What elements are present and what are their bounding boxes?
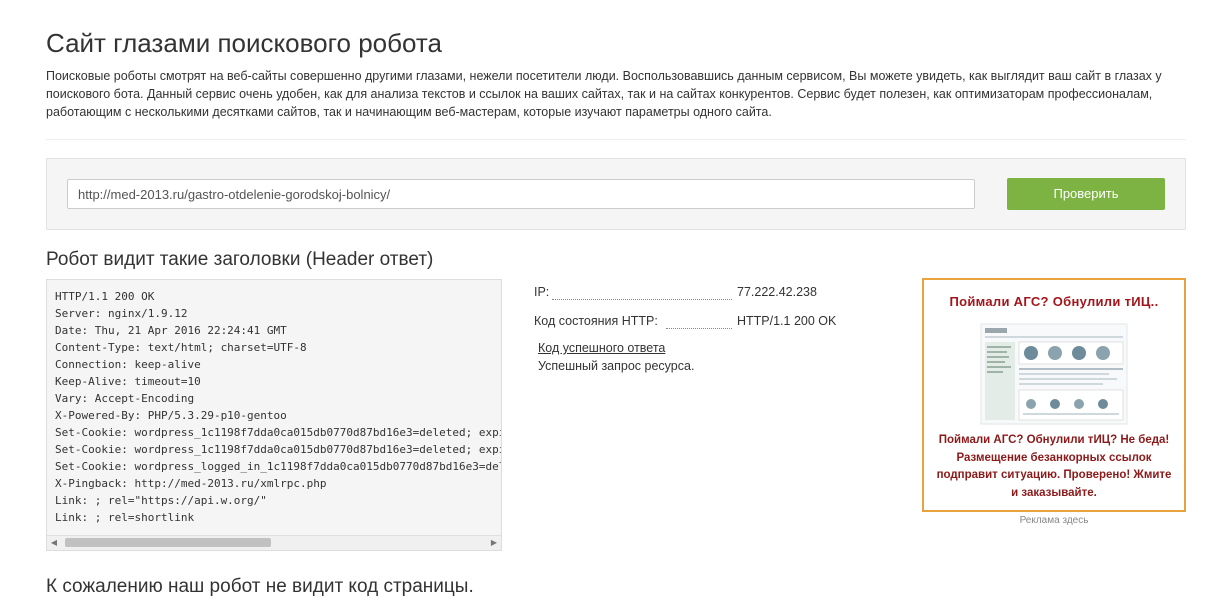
page: Сайт глазами поискового робота Поисковые… (0, 0, 1232, 612)
check-panel: http://med-2013.ru/gastro-otdelenie-goro… (46, 158, 1186, 230)
scroll-right-arrow-icon[interactable]: ▶ (487, 536, 501, 550)
scroll-left-arrow-icon[interactable]: ◀ (47, 536, 61, 550)
check-button[interactable]: Проверить (1007, 178, 1165, 210)
ad-banner[interactable]: Поймали АГС? Обнулили тИЦ.. Поймали АГС?… (922, 278, 1186, 512)
no-code-message: К сожалению наш робот не видит код стран… (46, 576, 474, 597)
page-title: Сайт глазами поискового робота (46, 28, 442, 58)
http-status-label: Код состояния HTTP: (534, 314, 660, 328)
status-dots (666, 328, 732, 329)
success-code-link[interactable]: Код успешного ответа (538, 341, 665, 355)
intro-text: Поисковые роботы смотрят на веб-сайты со… (46, 69, 1162, 119)
scrollbar-thumb[interactable] (65, 538, 271, 547)
ip-value: 77.222.42.238 (737, 285, 817, 299)
ip-dots (552, 299, 732, 300)
headers-box[interactable]: HTTP/1.1 200 OK Server: nginx/1.9.12 Dat… (46, 279, 502, 551)
ad-screenshot-image (979, 322, 1129, 426)
ip-label: IP: (534, 285, 552, 299)
headers-section-title: Робот видит такие заголовки (Header отве… (46, 249, 434, 270)
http-status-value: HTTP/1.1 200 OK (737, 314, 837, 328)
ad-caption[interactable]: Реклама здесь (922, 515, 1186, 526)
url-input[interactable]: http://med-2013.ru/gastro-otdelenie-goro… (67, 179, 975, 209)
headers-text: HTTP/1.1 200 OK Server: nginx/1.9.12 Dat… (55, 290, 502, 524)
ad-text: Поймали АГС? Обнулили тИЦ? Не беда! Разм… (936, 434, 1172, 499)
divider (46, 139, 1186, 140)
horizontal-scrollbar[interactable]: ◀ ▶ (47, 535, 501, 550)
http-status-row: Код состояния HTTP: HTTP/1.1 200 OK (534, 314, 864, 332)
success-description: Успешный запрос ресурса. (538, 359, 695, 373)
ad-title: Поймали АГС? Обнулили тИЦ.. (949, 294, 1159, 309)
ip-row: IP: 77.222.42.238 (534, 285, 864, 303)
